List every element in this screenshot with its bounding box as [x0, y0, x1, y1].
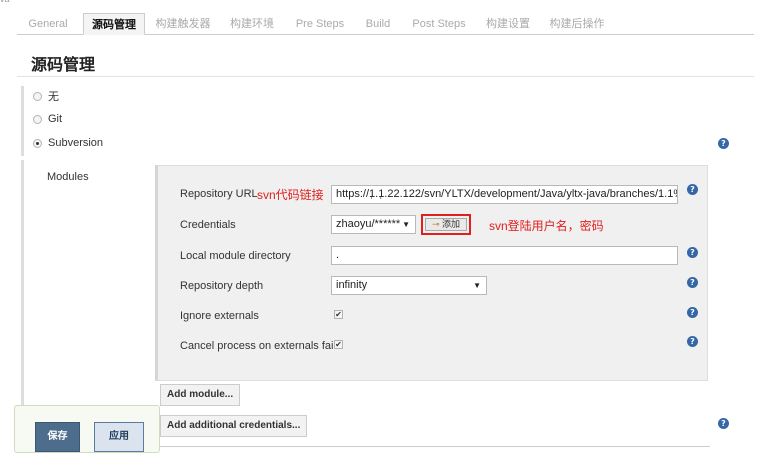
repository-url-label: Repository URL — [180, 188, 258, 200]
repository-depth-select[interactable]: infinity ▼ — [331, 276, 487, 295]
credentials-value: zhaoyu/****** — [336, 218, 401, 230]
credentials-label: Credentials — [180, 219, 236, 231]
top-strip: va — [0, 0, 782, 7]
scm-option-label: 无 — [48, 91, 59, 103]
tab-source-code-management[interactable]: 源码管理 — [83, 13, 145, 35]
scm-option-subversion[interactable]: Subversion — [33, 136, 103, 150]
tab-build-settings[interactable]: 构建设置 — [480, 13, 536, 35]
repository-url-annotation: svn代码链接 — [257, 188, 324, 202]
breadcrumb[interactable]: va — [0, 0, 10, 4]
repository-depth-value: infinity — [336, 279, 368, 291]
save-button[interactable]: 保存 — [35, 422, 80, 452]
tab-post-steps[interactable]: Post Steps — [404, 13, 474, 35]
tab-build-triggers[interactable]: 构建触发器 — [150, 13, 216, 35]
scm-option-label: Git — [48, 113, 63, 125]
add-credentials-button[interactable]: ⊸ 添加 — [425, 218, 467, 231]
scm-option-none[interactable]: 无 — [33, 89, 59, 103]
ignore-externals-checkbox[interactable]: ✔ — [334, 310, 343, 319]
tab-pre-steps[interactable]: Pre Steps — [288, 13, 352, 35]
credentials-select[interactable]: zhaoyu/****** ▼ — [331, 215, 416, 234]
local-module-directory-input[interactable]: . — [331, 246, 678, 265]
tab-build[interactable]: Build — [358, 13, 398, 35]
chevron-down-icon: ▼ — [402, 220, 410, 229]
tab-general[interactable]: General — [17, 13, 79, 35]
tab-build-environment[interactable]: 构建环境 — [222, 13, 282, 35]
tab-post-build-actions[interactable]: 构建后操作 — [542, 13, 612, 35]
subversion-block-bar — [21, 160, 24, 405]
help-icon[interactable]: ? — [687, 247, 698, 258]
local-module-directory-label: Local module directory — [180, 250, 291, 262]
repository-url-input[interactable]: https://1̣̣.1̣̣.22.122/svn/YLTX/developm… — [331, 185, 678, 204]
chevron-down-icon: ▼ — [473, 281, 481, 290]
config-tab-bar: General 源码管理 构建触发器 构建环境 Pre Steps Build … — [17, 13, 754, 35]
add-button-label: 添加 — [442, 219, 461, 229]
form-footer: al 保存 应用 — [14, 405, 160, 453]
key-icon: ⊸ — [431, 219, 440, 229]
help-icon[interactable]: ? — [687, 184, 698, 195]
add-module-button[interactable]: Add module... — [160, 384, 241, 406]
radio-git[interactable] — [33, 114, 42, 124]
scm-option-git[interactable]: Git — [33, 112, 62, 126]
apply-button[interactable]: 应用 — [94, 422, 144, 452]
help-icon[interactable]: ? — [687, 307, 698, 318]
modules-label: Modules — [47, 171, 89, 183]
help-icon[interactable]: ? — [718, 138, 729, 149]
repository-depth-label: Repository depth — [180, 280, 264, 292]
radio-none[interactable] — [33, 91, 42, 101]
next-section-divider — [155, 446, 710, 447]
add-additional-credentials-button[interactable]: Add additional credentials... — [160, 415, 308, 437]
add-credentials-highlight: ⊸ 添加 — [421, 214, 471, 235]
cancel-process-checkbox[interactable]: ✔ — [334, 340, 343, 349]
help-icon[interactable]: ? — [687, 277, 698, 288]
section-divider — [17, 76, 754, 77]
section-title: 源码管理 — [31, 57, 96, 74]
cancel-process-label: Cancel process on externals fail — [180, 340, 336, 352]
radio-group-bar — [21, 86, 24, 156]
radio-subversion[interactable] — [33, 138, 42, 148]
credentials-annotation: svn登陆用户名，密码 — [489, 219, 604, 233]
ignore-externals-label: Ignore externals — [180, 310, 259, 322]
scm-option-label: Subversion — [48, 137, 104, 149]
help-icon[interactable]: ? — [687, 336, 698, 347]
help-icon[interactable]: ? — [718, 418, 729, 429]
